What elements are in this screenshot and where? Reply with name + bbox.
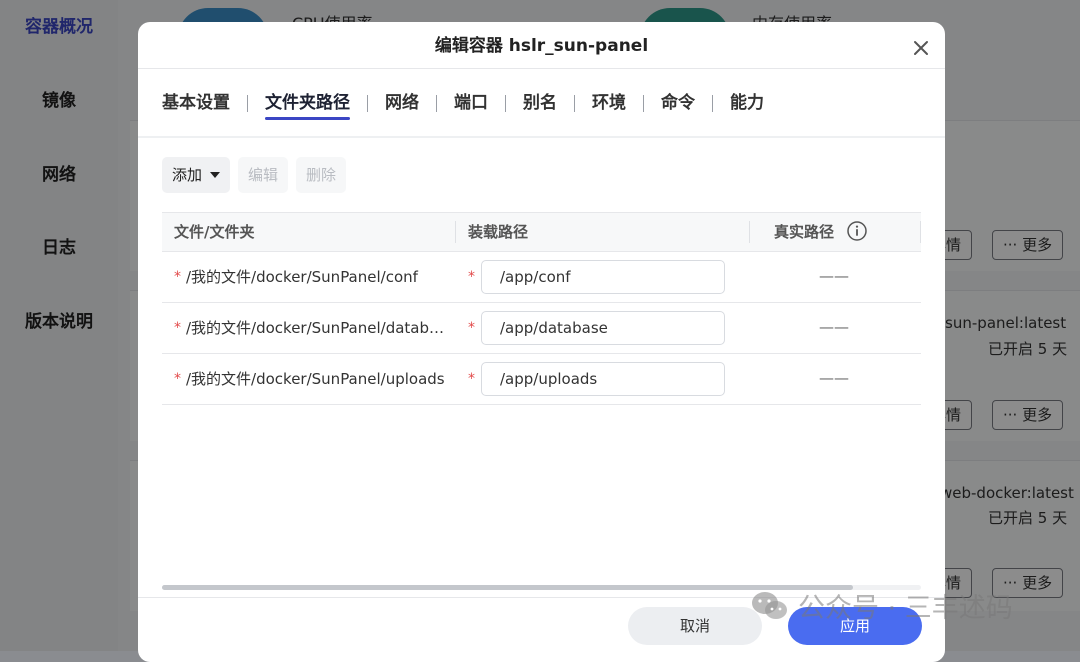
real-path: —— xyxy=(819,369,849,387)
edit-container-dialog: 编辑容器 hslr_sun-panel 基本设置 文件夹路径 网络 端口 别名 … xyxy=(138,22,945,662)
watermark-text: 公众号 · 三丰述码 xyxy=(798,593,1013,624)
close-icon xyxy=(914,41,928,55)
add-button[interactable]: 添加 xyxy=(162,157,231,193)
cancel-button[interactable]: 取消 xyxy=(628,607,762,645)
tab-separator xyxy=(574,94,575,112)
required-mark: * xyxy=(468,320,475,336)
close-button[interactable] xyxy=(909,36,933,60)
mount-path-input[interactable] xyxy=(481,362,725,396)
edit-button[interactable]: 编辑 xyxy=(238,157,289,193)
volume-table: 文件/文件夹 装载路径 真实路径 * /我的文件/docker/SunPanel… xyxy=(162,212,921,405)
column-header-real: 真实路径 xyxy=(774,213,867,251)
host-path[interactable]: /我的文件/docker/SunPanel/uploads xyxy=(186,354,448,404)
tab-bar: 基本设置 文件夹路径 网络 端口 别名 环境 命令 能力 xyxy=(162,88,764,120)
toolbar: 添加 编辑 删除 xyxy=(162,157,347,193)
mount-path-input[interactable] xyxy=(481,260,725,294)
column-header-host: 文件/文件夹 xyxy=(174,223,255,241)
mount-path-input[interactable] xyxy=(481,311,725,345)
column-header-mount: 装载路径 xyxy=(468,223,529,241)
divider xyxy=(138,68,945,69)
delete-button[interactable]: 删除 xyxy=(296,157,347,193)
tab-separator xyxy=(505,94,506,112)
host-path[interactable]: /我的文件/docker/SunPanel/conf xyxy=(186,252,448,302)
host-path[interactable]: /我的文件/docker/SunPanel/database xyxy=(186,303,448,353)
tab-network[interactable]: 网络 xyxy=(385,88,419,118)
tab-separator xyxy=(712,94,713,112)
tab-basic-settings[interactable]: 基本设置 xyxy=(162,88,230,118)
real-path: —— xyxy=(819,267,849,285)
tab-separator xyxy=(367,94,368,112)
watermark: 公众号 · 三丰述码 xyxy=(750,586,1013,625)
required-mark: * xyxy=(468,269,475,285)
add-button-label: 添加 xyxy=(172,166,203,184)
required-mark: * xyxy=(174,320,181,336)
column-separator xyxy=(920,221,921,243)
tab-ports[interactable]: 端口 xyxy=(454,88,488,118)
tab-separator xyxy=(643,94,644,112)
table-row: * /我的文件/docker/SunPanel/uploads * —— xyxy=(162,354,921,405)
required-mark: * xyxy=(174,371,181,387)
table-row: * /我的文件/docker/SunPanel/database * —— xyxy=(162,303,921,354)
info-icon[interactable] xyxy=(847,220,867,241)
tab-aliases[interactable]: 别名 xyxy=(523,88,557,118)
table-row: * /我的文件/docker/SunPanel/conf * —— xyxy=(162,252,921,303)
required-mark: * xyxy=(468,371,475,387)
column-header-real-label: 真实路径 xyxy=(774,223,835,241)
divider xyxy=(138,136,945,138)
table-header: 文件/文件夹 装载路径 真实路径 xyxy=(162,212,921,252)
tab-separator xyxy=(247,94,248,112)
dialog-title: 编辑容器 hslr_sun-panel xyxy=(434,36,649,56)
column-separator xyxy=(749,221,750,243)
tab-separator xyxy=(436,94,437,112)
real-path: —— xyxy=(819,318,849,336)
tab-folder-paths[interactable]: 文件夹路径 xyxy=(265,88,350,120)
tab-capabilities[interactable]: 能力 xyxy=(730,88,764,118)
caret-down-icon xyxy=(210,172,221,178)
tab-command[interactable]: 命令 xyxy=(661,88,695,118)
column-separator xyxy=(455,221,456,243)
tab-environment[interactable]: 环境 xyxy=(592,88,626,118)
wechat-icon xyxy=(752,591,787,619)
required-mark: * xyxy=(174,269,181,285)
